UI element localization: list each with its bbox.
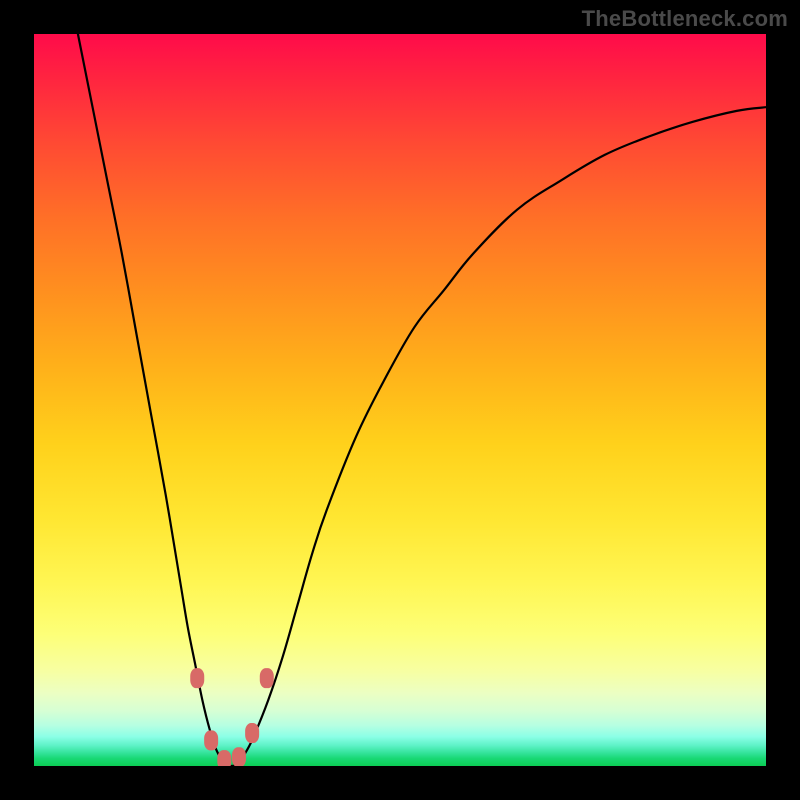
curve-svg	[34, 34, 766, 766]
watermark-text: TheBottleneck.com	[582, 6, 788, 32]
bottleneck-curve	[78, 34, 766, 766]
curve-marker	[190, 668, 204, 688]
curve-marker	[232, 747, 246, 766]
curve-marker	[217, 750, 231, 766]
curve-marker	[260, 668, 274, 688]
plot-area	[34, 34, 766, 766]
curve-marker	[245, 723, 259, 743]
curve-marker	[204, 730, 218, 750]
chart-frame: TheBottleneck.com	[0, 0, 800, 800]
